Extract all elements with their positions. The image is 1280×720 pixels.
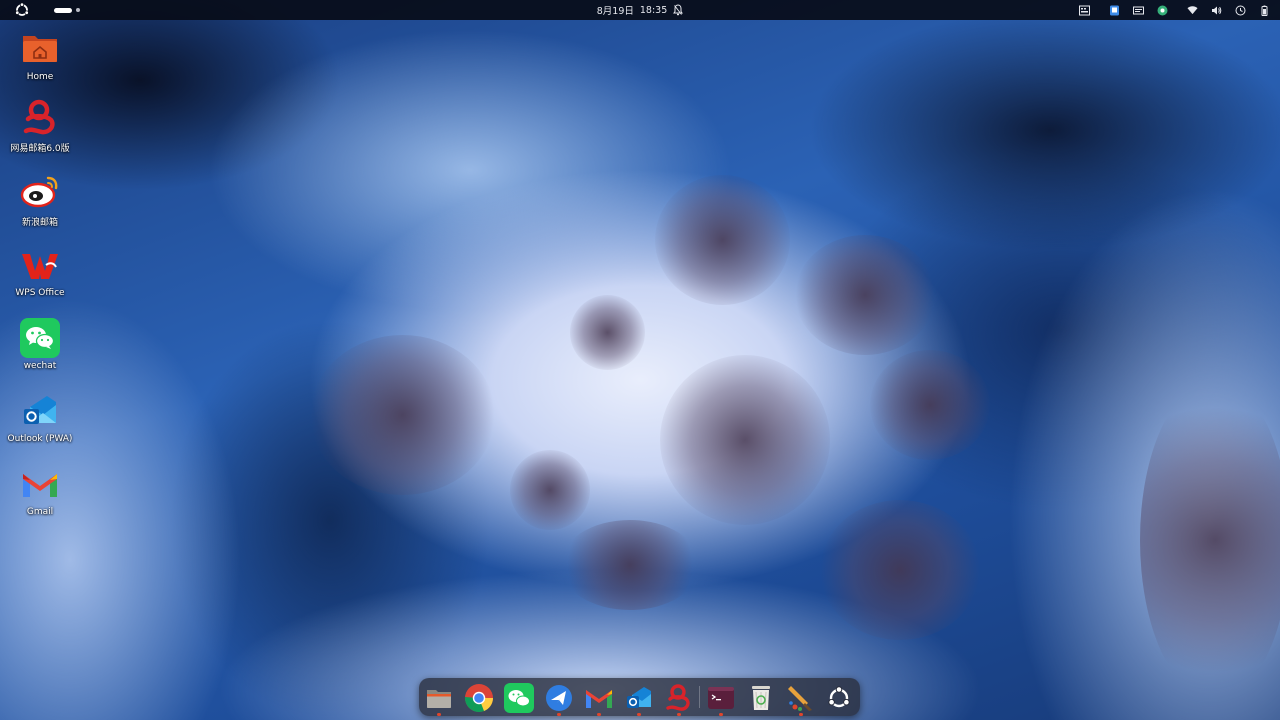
wallpaper-tree xyxy=(820,500,980,640)
wallpaper-tree xyxy=(560,520,700,610)
dock-item-outlook[interactable] xyxy=(624,683,654,716)
running-indicator xyxy=(677,713,681,716)
app-grid-icon xyxy=(828,686,850,708)
ubuntu-logo-icon[interactable] xyxy=(14,2,30,18)
wallpaper-tree xyxy=(655,175,790,305)
dock-item-chrome[interactable] xyxy=(464,683,494,713)
clock-icon[interactable] xyxy=(1235,5,1246,16)
gmail-icon xyxy=(20,464,60,504)
wallpaper-tree xyxy=(510,450,590,530)
sina-mail-icon xyxy=(20,172,60,212)
system-tray xyxy=(1079,0,1270,20)
time-label: 18:35 xyxy=(639,4,668,16)
keyboard-layout-icon[interactable] xyxy=(1079,5,1090,16)
wifi-icon[interactable] xyxy=(1187,5,1198,16)
running-indicator xyxy=(637,713,641,716)
wallpaper-tree xyxy=(1140,380,1280,700)
dock-item-wechat[interactable] xyxy=(504,683,534,713)
files-icon xyxy=(427,690,451,708)
desktop-icon-label: 新浪邮箱 xyxy=(21,218,58,228)
top-bar: 8月19日 18:35 xyxy=(0,0,1280,20)
wechat-icon xyxy=(504,683,534,713)
dock-item-gmail[interactable] xyxy=(584,683,614,716)
desktop-icon-netease-mail[interactable]: 网易邮箱6.0版 xyxy=(0,98,80,154)
desktop-icon-gmail[interactable]: Gmail xyxy=(0,464,80,517)
trash-icon xyxy=(752,686,770,710)
dock-item-feishu[interactable] xyxy=(544,683,574,716)
running-indicator xyxy=(719,713,723,716)
desktop-icon-sina-mail[interactable]: 新浪邮箱 xyxy=(0,172,80,228)
running-indicator xyxy=(799,713,803,716)
date-label: 8月19日 xyxy=(596,6,634,17)
wps-office-icon xyxy=(20,245,60,285)
terminal-icon xyxy=(708,687,734,709)
battery-icon[interactable] xyxy=(1259,5,1270,16)
dock-item-paint[interactable] xyxy=(786,683,816,716)
desktop-icon-label: Gmail xyxy=(26,507,54,517)
home-folder-icon xyxy=(20,29,60,69)
wallpaper-tree xyxy=(870,350,990,460)
desktop-icon-label: wechat xyxy=(23,361,57,371)
running-indicator xyxy=(557,713,561,716)
running-indicator xyxy=(437,713,441,716)
desktop-icon-wps-office[interactable]: WPS Office xyxy=(0,245,80,298)
dock-item-app-grid[interactable] xyxy=(824,683,854,713)
bell-icon xyxy=(673,4,684,16)
wallpaper-tree xyxy=(570,295,645,370)
outlook-icon xyxy=(627,687,651,708)
outlook-icon xyxy=(20,391,60,431)
clock-menu[interactable]: 8月19日 18:35 xyxy=(560,0,720,20)
dock-item-terminal[interactable] xyxy=(706,683,736,716)
desktop-icon-label: 网易邮箱6.0版 xyxy=(10,144,70,154)
feishu-icon xyxy=(546,685,572,711)
volume-icon[interactable] xyxy=(1211,5,1222,16)
dock-item-netease-mail[interactable] xyxy=(664,683,694,716)
workspace-inactive[interactable] xyxy=(76,8,80,12)
wechat-icon xyxy=(20,318,60,358)
netease-mail-icon xyxy=(20,98,60,138)
desktop-icon-wechat[interactable]: wechat xyxy=(0,318,80,371)
workspace-indicator[interactable] xyxy=(54,7,80,13)
app-indicator-icon[interactable] xyxy=(1109,5,1120,16)
dock-item-trash[interactable] xyxy=(746,683,776,713)
dock-item-files[interactable] xyxy=(424,683,454,716)
wallpaper-tree xyxy=(795,235,935,355)
netease-mail-icon xyxy=(666,684,690,711)
wallpaper-tree xyxy=(660,355,830,525)
chrome-icon xyxy=(465,684,493,712)
desktop-icon-label: WPS Office xyxy=(15,288,65,298)
desktop-icon-label: Home xyxy=(26,72,54,82)
desktop-icon-label: Outlook (PWA) xyxy=(7,434,73,444)
input-method-icon[interactable] xyxy=(1133,5,1144,16)
dock-separator xyxy=(699,686,700,708)
running-indicator xyxy=(597,713,601,716)
desktop-icon-outlook[interactable]: Outlook (PWA) xyxy=(0,391,80,444)
workspace-active[interactable] xyxy=(54,7,72,13)
gmail-icon xyxy=(586,690,612,708)
desktop-icon-home[interactable]: Home xyxy=(0,29,80,82)
wallpaper-tree xyxy=(310,335,495,495)
dock xyxy=(419,678,860,716)
tray-app-icon[interactable] xyxy=(1157,5,1168,16)
paint-icon xyxy=(788,686,812,711)
